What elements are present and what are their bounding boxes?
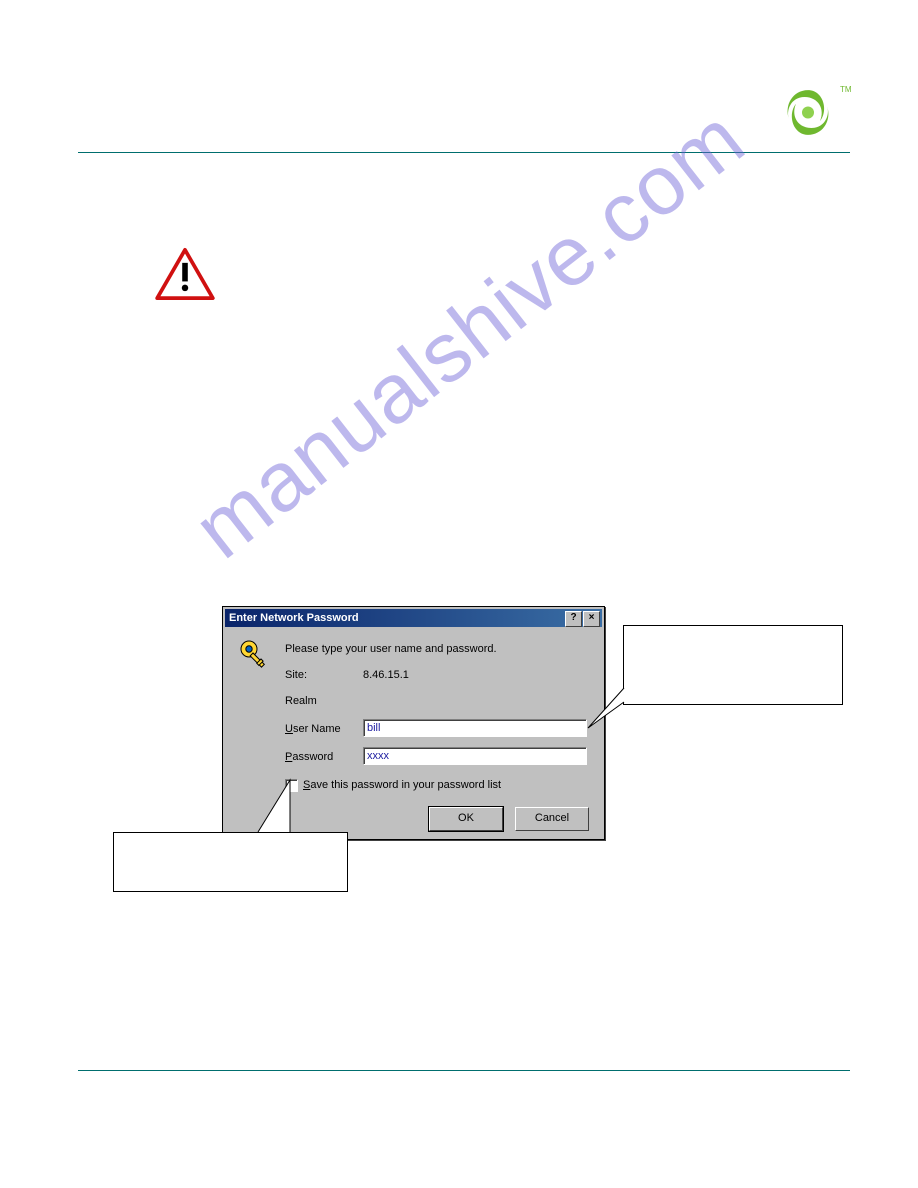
dialog-titlebar[interactable]: Enter Network Password ? × bbox=[225, 609, 602, 627]
dialog-prompt: Please type your user name and password. bbox=[285, 643, 497, 655]
brand-logo bbox=[778, 85, 838, 140]
header-rule bbox=[78, 152, 850, 153]
help-button[interactable]: ? bbox=[565, 611, 582, 627]
trademark-symbol: TM bbox=[840, 85, 852, 94]
warning-icon bbox=[155, 248, 215, 300]
network-password-dialog: Enter Network Password ? × Please type y… bbox=[222, 606, 605, 840]
save-password-label: Save this password in your password list bbox=[303, 779, 501, 791]
username-label: User Name bbox=[285, 723, 341, 735]
password-label: Password bbox=[285, 751, 333, 763]
key-icon bbox=[239, 639, 271, 671]
site-value: 8.46.15.1 bbox=[363, 669, 409, 681]
watermark-text: manualshive.com bbox=[176, 119, 724, 577]
cancel-button[interactable]: Cancel bbox=[515, 807, 589, 831]
site-label: Site: bbox=[285, 669, 307, 681]
footer-rule bbox=[78, 1070, 850, 1071]
callout-save-password bbox=[113, 832, 348, 892]
close-button[interactable]: × bbox=[583, 611, 600, 627]
save-password-checkbox[interactable] bbox=[285, 779, 298, 792]
password-input[interactable] bbox=[363, 747, 587, 765]
callout-username-password bbox=[623, 625, 843, 705]
dialog-title: Enter Network Password bbox=[229, 612, 359, 624]
realm-label: Realm bbox=[285, 695, 317, 707]
username-input[interactable] bbox=[363, 719, 587, 737]
callout-lines bbox=[0, 0, 918, 1188]
ok-button[interactable]: OK bbox=[429, 807, 503, 831]
